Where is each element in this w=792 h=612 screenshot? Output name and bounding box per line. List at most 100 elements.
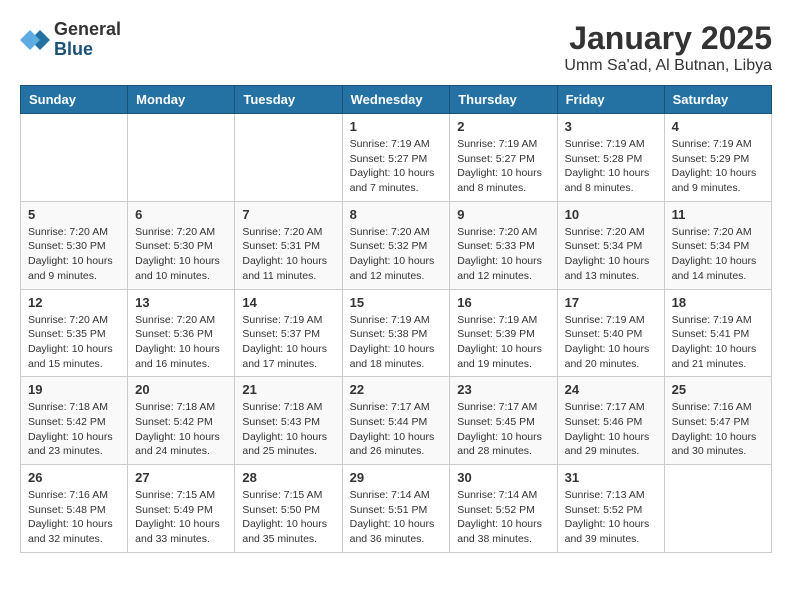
day-header-tuesday: Tuesday: [235, 86, 342, 114]
day-number: 27: [135, 470, 227, 485]
day-number: 17: [565, 295, 657, 310]
day-number: 29: [350, 470, 443, 485]
title-section: January 2025 Umm Sa'ad, Al Butnan, Libya: [564, 20, 772, 75]
day-info: Sunrise: 7:20 AM Sunset: 5:36 PM Dayligh…: [135, 313, 227, 372]
day-info: Sunrise: 7:20 AM Sunset: 5:30 PM Dayligh…: [135, 225, 227, 284]
day-info: Sunrise: 7:13 AM Sunset: 5:52 PM Dayligh…: [565, 488, 657, 547]
day-number: 1: [350, 119, 443, 134]
day-number: 10: [565, 207, 657, 222]
day-header-monday: Monday: [128, 86, 235, 114]
logo-icon: [20, 25, 50, 55]
day-info: Sunrise: 7:16 AM Sunset: 5:47 PM Dayligh…: [672, 400, 764, 459]
week-row-1: 1 Sunrise: 7:19 AM Sunset: 5:27 PM Daylig…: [21, 114, 772, 202]
day-number: 9: [457, 207, 549, 222]
day-number: 12: [28, 295, 120, 310]
day-header-wednesday: Wednesday: [342, 86, 450, 114]
page-header: General Blue January 2025 Umm Sa'ad, Al …: [20, 20, 772, 75]
month-title: January 2025: [564, 20, 772, 57]
day-number: 18: [672, 295, 764, 310]
day-number: 15: [350, 295, 443, 310]
day-number: 11: [672, 207, 764, 222]
day-info: Sunrise: 7:15 AM Sunset: 5:50 PM Dayligh…: [242, 488, 334, 547]
day-info: Sunrise: 7:16 AM Sunset: 5:48 PM Dayligh…: [28, 488, 120, 547]
calendar-cell: 10 Sunrise: 7:20 AM Sunset: 5:34 PM Dayli…: [557, 201, 664, 289]
day-info: Sunrise: 7:19 AM Sunset: 5:40 PM Dayligh…: [565, 313, 657, 372]
calendar-cell: 27 Sunrise: 7:15 AM Sunset: 5:49 PM Dayli…: [128, 465, 235, 553]
calendar-cell: 8 Sunrise: 7:20 AM Sunset: 5:32 PM Daylig…: [342, 201, 450, 289]
day-info: Sunrise: 7:20 AM Sunset: 5:30 PM Dayligh…: [28, 225, 120, 284]
day-number: 25: [672, 382, 764, 397]
location: Umm Sa'ad, Al Butnan, Libya: [564, 57, 772, 75]
calendar-cell: 12 Sunrise: 7:20 AM Sunset: 5:35 PM Dayli…: [21, 289, 128, 377]
day-info: Sunrise: 7:20 AM Sunset: 5:34 PM Dayligh…: [565, 225, 657, 284]
day-info: Sunrise: 7:18 AM Sunset: 5:43 PM Dayligh…: [242, 400, 334, 459]
day-info: Sunrise: 7:17 AM Sunset: 5:46 PM Dayligh…: [565, 400, 657, 459]
day-number: 23: [457, 382, 549, 397]
day-number: 30: [457, 470, 549, 485]
day-info: Sunrise: 7:20 AM Sunset: 5:33 PM Dayligh…: [457, 225, 549, 284]
calendar-cell: 11 Sunrise: 7:20 AM Sunset: 5:34 PM Dayli…: [664, 201, 771, 289]
day-number: 20: [135, 382, 227, 397]
calendar-cell: 15Sunrise: 7:19 AM Sunset: 5:38 PM Dayli…: [342, 289, 450, 377]
calendar-cell: 13 Sunrise: 7:20 AM Sunset: 5:36 PM Dayli…: [128, 289, 235, 377]
day-number: 2: [457, 119, 549, 134]
day-info: Sunrise: 7:19 AM Sunset: 5:28 PM Dayligh…: [565, 137, 657, 196]
calendar-cell: [235, 114, 342, 202]
day-info: Sunrise: 7:20 AM Sunset: 5:31 PM Dayligh…: [242, 225, 334, 284]
day-info: Sunrise: 7:17 AM Sunset: 5:44 PM Dayligh…: [350, 400, 443, 459]
day-info: Sunrise: 7:20 AM Sunset: 5:32 PM Dayligh…: [350, 225, 443, 284]
calendar-cell: [21, 114, 128, 202]
day-info: Sunrise: 7:17 AM Sunset: 5:45 PM Dayligh…: [457, 400, 549, 459]
calendar-cell: 5Sunrise: 7:20 AM Sunset: 5:30 PM Daylig…: [21, 201, 128, 289]
day-number: 14: [242, 295, 334, 310]
day-info: Sunrise: 7:19 AM Sunset: 5:27 PM Dayligh…: [350, 137, 443, 196]
day-number: 16: [457, 295, 549, 310]
calendar-cell: [128, 114, 235, 202]
calendar-cell: 20 Sunrise: 7:18 AM Sunset: 5:42 PM Dayli…: [128, 377, 235, 465]
day-info: Sunrise: 7:19 AM Sunset: 5:27 PM Dayligh…: [457, 137, 549, 196]
day-number: 7: [242, 207, 334, 222]
day-info: Sunrise: 7:18 AM Sunset: 5:42 PM Dayligh…: [28, 400, 120, 459]
week-row-5: 26 Sunrise: 7:16 AM Sunset: 5:48 PM Dayli…: [21, 465, 772, 553]
day-number: 3: [565, 119, 657, 134]
day-number: 6: [135, 207, 227, 222]
calendar-cell: [664, 465, 771, 553]
calendar-cell: 29 Sunrise: 7:14 AM Sunset: 5:51 PM Dayli…: [342, 465, 450, 553]
day-number: 13: [135, 295, 227, 310]
calendar-cell: 24 Sunrise: 7:17 AM Sunset: 5:46 PM Dayli…: [557, 377, 664, 465]
calendar-cell: 19 Sunrise: 7:18 AM Sunset: 5:42 PM Dayli…: [21, 377, 128, 465]
calendar-cell: 16Sunrise: 7:19 AM Sunset: 5:39 PM Dayli…: [450, 289, 557, 377]
week-row-4: 19 Sunrise: 7:18 AM Sunset: 5:42 PM Dayli…: [21, 377, 772, 465]
calendar-cell: 4Sunrise: 7:19 AM Sunset: 5:29 PM Daylig…: [664, 114, 771, 202]
day-number: 22: [350, 382, 443, 397]
week-row-3: 12 Sunrise: 7:20 AM Sunset: 5:35 PM Dayli…: [21, 289, 772, 377]
day-info: Sunrise: 7:14 AM Sunset: 5:51 PM Dayligh…: [350, 488, 443, 547]
calendar-cell: 25 Sunrise: 7:16 AM Sunset: 5:47 PM Dayli…: [664, 377, 771, 465]
day-number: 31: [565, 470, 657, 485]
calendar-cell: 31 Sunrise: 7:13 AM Sunset: 5:52 PM Dayli…: [557, 465, 664, 553]
logo-text: General Blue: [54, 20, 121, 60]
logo-blue: Blue: [54, 40, 121, 60]
day-number: 19: [28, 382, 120, 397]
day-info: Sunrise: 7:20 AM Sunset: 5:34 PM Dayligh…: [672, 225, 764, 284]
week-row-2: 5Sunrise: 7:20 AM Sunset: 5:30 PM Daylig…: [21, 201, 772, 289]
calendar-cell: 18Sunrise: 7:19 AM Sunset: 5:41 PM Dayli…: [664, 289, 771, 377]
day-number: 8: [350, 207, 443, 222]
calendar-cell: 9 Sunrise: 7:20 AM Sunset: 5:33 PM Daylig…: [450, 201, 557, 289]
day-number: 4: [672, 119, 764, 134]
calendar-cell: 23 Sunrise: 7:17 AM Sunset: 5:45 PM Dayli…: [450, 377, 557, 465]
day-info: Sunrise: 7:14 AM Sunset: 5:52 PM Dayligh…: [457, 488, 549, 547]
day-number: 28: [242, 470, 334, 485]
calendar: SundayMondayTuesdayWednesdayThursdayFrid…: [20, 85, 772, 553]
calendar-cell: 2 Sunrise: 7:19 AM Sunset: 5:27 PM Daylig…: [450, 114, 557, 202]
calendar-cell: 30 Sunrise: 7:14 AM Sunset: 5:52 PM Dayli…: [450, 465, 557, 553]
calendar-cell: 22 Sunrise: 7:17 AM Sunset: 5:44 PM Dayli…: [342, 377, 450, 465]
calendar-cell: 26 Sunrise: 7:16 AM Sunset: 5:48 PM Dayli…: [21, 465, 128, 553]
day-info: Sunrise: 7:20 AM Sunset: 5:35 PM Dayligh…: [28, 313, 120, 372]
day-number: 24: [565, 382, 657, 397]
day-info: Sunrise: 7:18 AM Sunset: 5:42 PM Dayligh…: [135, 400, 227, 459]
day-number: 26: [28, 470, 120, 485]
day-header-saturday: Saturday: [664, 86, 771, 114]
day-header-sunday: Sunday: [21, 86, 128, 114]
day-info: Sunrise: 7:15 AM Sunset: 5:49 PM Dayligh…: [135, 488, 227, 547]
